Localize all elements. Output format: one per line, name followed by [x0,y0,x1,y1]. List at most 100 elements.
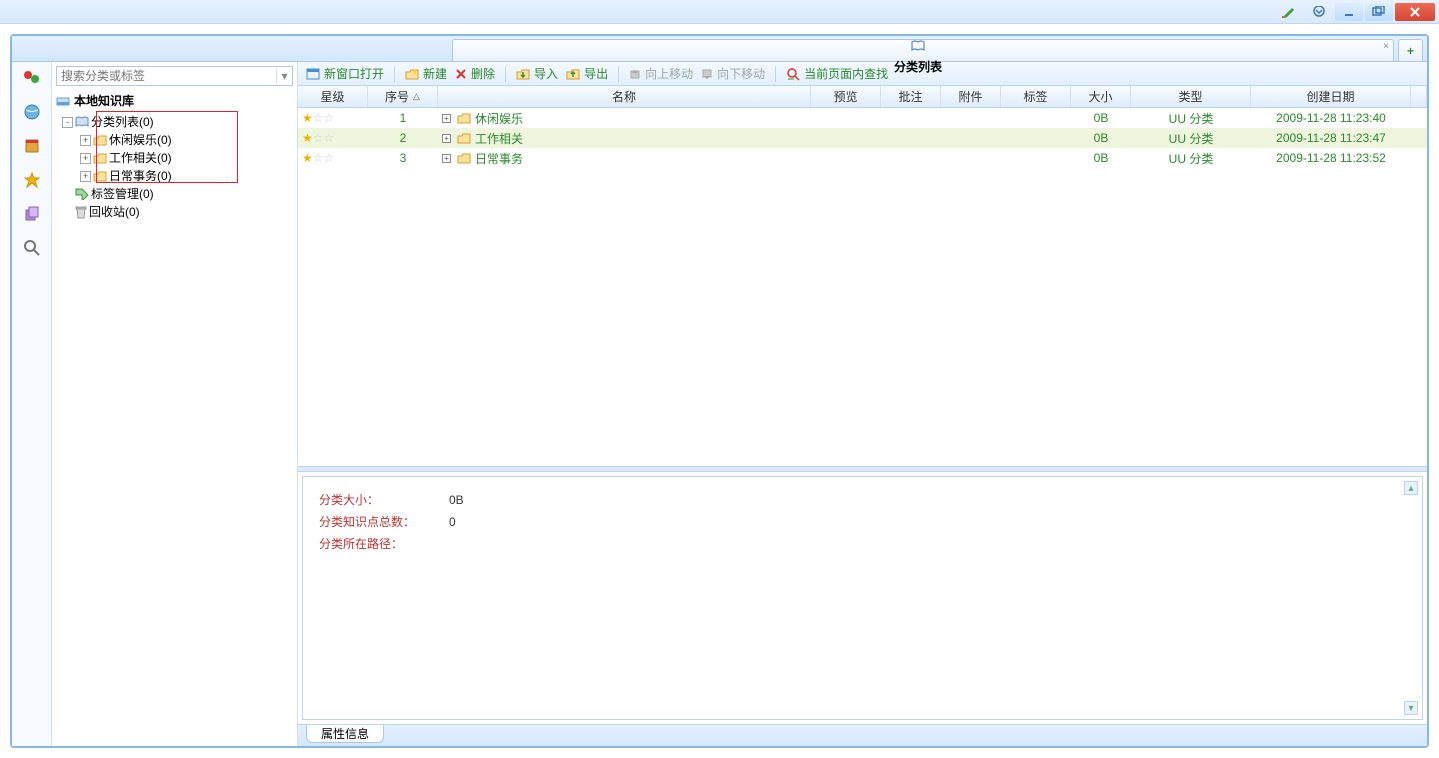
tree-root-label: 分类列表(0) [91,113,154,131]
window-icon [306,68,320,80]
expand-icon[interactable]: + [80,153,91,164]
col-star[interactable]: 星级 [298,86,368,107]
folder-icon [457,113,471,124]
col-tag[interactable]: 标签 [1001,86,1071,107]
export-icon [566,68,580,80]
minimize-button[interactable] [1335,3,1363,21]
import-icon [516,68,530,80]
search-input[interactable] [57,69,276,83]
tree-child-2[interactable]: +日常事务(0) [80,167,295,185]
collapse-icon[interactable]: - [62,117,73,128]
col-name[interactable]: 名称 [438,86,811,107]
search-box[interactable]: ▾ [56,66,293,86]
trash-icon [75,206,87,219]
grid-row[interactable]: ★☆☆3+日常事务0BUU 分类2009-11-28 11:23:52 [298,148,1427,168]
tree-child-0[interactable]: + 休闲娱乐(0) [80,131,295,149]
expand-icon[interactable]: + [442,154,451,163]
col-note[interactable]: 批注 [881,86,941,107]
tb-import[interactable]: 导入 [514,65,560,82]
tree-child-label: 休闲娱乐(0) [109,131,172,149]
folder-icon [93,135,107,146]
tree-child-label: 工作相关(0) [109,149,172,167]
col-end [1411,86,1427,107]
kb-header-label: 本地知识库 [74,92,134,109]
detail-tabstrip: 属性信息 [298,724,1427,746]
col-attach[interactable]: 附件 [941,86,1001,107]
cell-star[interactable]: ★☆☆ [298,151,368,165]
tb-newwindow[interactable]: 新窗口打开 [304,65,386,82]
menu-dropdown[interactable] [1305,3,1333,21]
expand-icon[interactable]: + [442,114,451,123]
kb-header: 本地知识库 [56,92,293,109]
rail-globe-icon[interactable] [22,102,42,122]
col-index[interactable]: 序号 [368,86,438,107]
row-name-label: 日常事务 [475,150,523,167]
tree-tags-label: 标签管理(0) [91,185,154,203]
row-name-label: 工作相关 [475,130,523,147]
cell-star[interactable]: ★☆☆ [298,111,368,125]
tree-recycle[interactable]: 回收站(0) [62,203,295,221]
tag-icon [75,188,89,200]
cell-type: UU 分类 [1131,150,1251,167]
tab-strip: 分类列表 × + [12,36,1427,62]
scroll-down-icon[interactable]: ▾ [1404,701,1418,715]
detail-tab-properties[interactable]: 属性信息 [306,725,384,743]
maximize-button[interactable] [1365,3,1393,21]
cell-name[interactable]: + 日常事务 [438,150,811,167]
search-dropdown-icon[interactable]: ▾ [276,69,292,83]
col-size[interactable]: 大小 [1071,86,1131,107]
detail-v-size: 0B [449,489,464,511]
tb-new[interactable]: 新建 [403,65,449,82]
tb-export[interactable]: 导出 [564,65,610,82]
rail-star-icon[interactable] [22,170,42,190]
cell-name[interactable]: + 工作相关 [438,130,811,147]
movedown-icon [701,68,713,80]
detail-k-path: 分类所在路径： [319,533,429,555]
tree-child-1[interactable]: + 工作相关(0) [80,149,295,167]
grid-row[interactable]: ★☆☆1+休闲娱乐0BUU 分类2009-11-28 11:23:40 [298,108,1427,128]
cell-size: 0B [1071,151,1131,165]
app-window: 分类列表 × + ▾ 本地知识库 [10,34,1429,748]
tb-find[interactable]: 当前页面内查找 [784,65,890,82]
row-name-label: 休闲娱乐 [475,110,523,127]
cell-size: 0B [1071,131,1131,145]
find-icon [786,67,800,81]
tab-close-icon[interactable]: × [1383,41,1389,52]
plus-icon: + [1407,44,1414,58]
rail-book-icon[interactable] [22,136,42,156]
toolbar: 新窗口打开 新建 删除 导入 导出 向上移动 向下移动 当前页面内查找 [298,62,1427,86]
cell-name[interactable]: + 休闲娱乐 [438,110,811,127]
cell-star[interactable]: ★☆☆ [298,131,368,145]
tb-movedown: 向下移动 [699,65,767,82]
col-type[interactable]: 类型 [1131,86,1251,107]
tab-add[interactable]: + [1398,39,1423,61]
rail-search-icon[interactable] [22,238,42,258]
drive-icon [56,95,70,107]
tb-moveup: 向上移动 [627,65,695,82]
grid-row[interactable]: ★☆☆2+工作相关0BUU 分类2009-11-28 11:23:47 [298,128,1427,148]
cell-index: 2 [368,131,438,145]
grid-header: 星级 序号 名称 预览 批注 附件 标签 大小 类型 创建日期 [298,86,1427,108]
grid-body: ★☆☆1+休闲娱乐0BUU 分类2009-11-28 11:23:40★☆☆2+… [298,108,1427,466]
tree-tags[interactable]: 标签管理(0) [62,185,295,203]
book-icon [911,40,925,52]
expand-icon[interactable]: + [80,171,91,182]
tab-label: 分类列表 [894,58,942,75]
scroll-up-icon[interactable]: ▴ [1404,481,1418,495]
tab-category-list[interactable]: 分类列表 × [452,39,1394,61]
tree-root[interactable]: - 分类列表(0) [62,113,295,131]
cell-index: 1 [368,111,438,125]
expand-icon[interactable]: + [80,135,91,146]
rail-traffic-icon[interactable] [22,68,42,88]
main-panel: 新窗口打开 新建 删除 导入 导出 向上移动 向下移动 当前页面内查找 星级 序… [298,62,1427,746]
book-icon [75,116,89,128]
tb-delete[interactable]: 删除 [453,65,497,82]
rail-copy-icon[interactable] [22,204,42,224]
details-inner: ▴ 分类大小：0B 分类知识点总数：0 分类所在路径： ▾ [302,476,1423,720]
icon-rail [12,62,52,746]
skin-button[interactable] [1275,3,1303,21]
col-preview[interactable]: 预览 [811,86,881,107]
expand-icon[interactable]: + [442,134,451,143]
close-button[interactable] [1395,3,1435,21]
col-date[interactable]: 创建日期 [1251,86,1411,107]
